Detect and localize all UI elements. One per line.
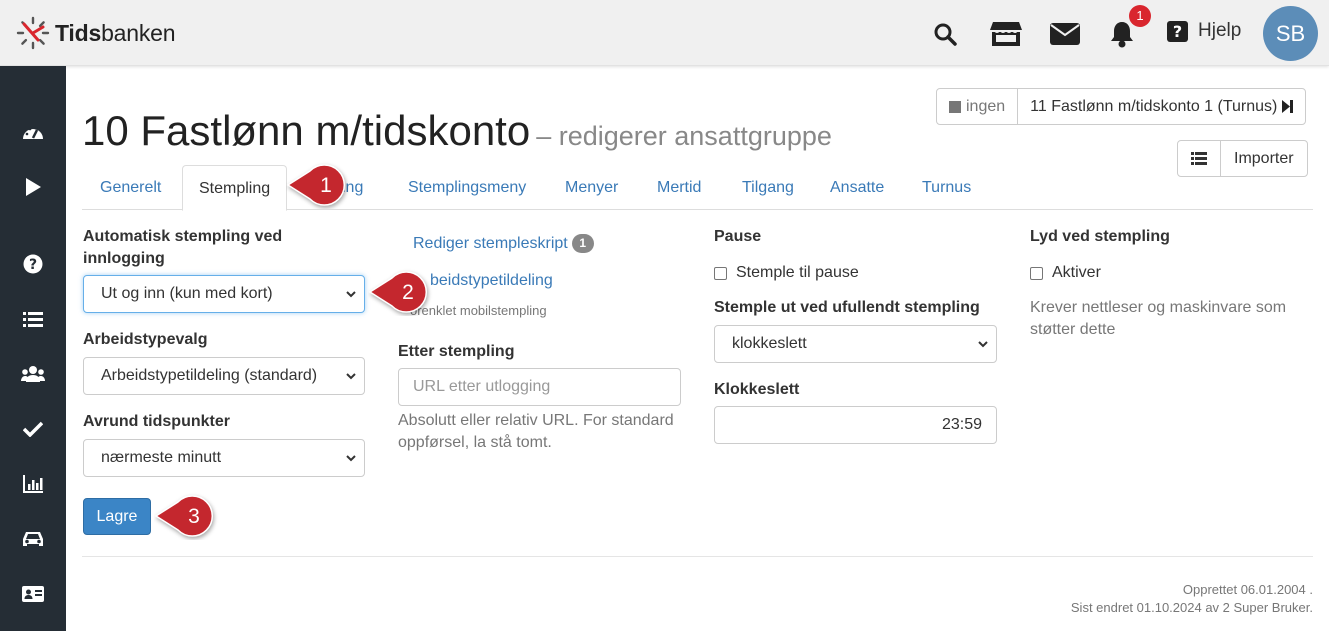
chart-icon[interactable] [21,472,45,496]
step-forward-icon [1282,100,1294,113]
group-navigator: ingen 11 Fastlønn m/tidskonto 1 (Turnus) [936,88,1307,125]
tab-turnus[interactable]: Turnus [922,165,971,210]
sound-checkbox[interactable]: Aktiver [1030,264,1101,282]
users-icon[interactable] [21,362,45,386]
tab-menyer[interactable]: Menyer [565,165,618,210]
tab-stempling[interactable]: Stempling [182,165,288,211]
sidebar: ? [0,66,66,631]
modified-text: Sist endret 01.10.2024 av 2 Super Bruker… [1070,600,1313,615]
worktype-select[interactable]: Arbeidstypetildeling (standard) [83,357,365,395]
tab-ansatte[interactable]: Ansatte [830,165,884,210]
question-icon: ? [1167,20,1188,42]
callout-1-number: 1 [320,174,332,197]
incomplete-stamp-label: Stemple ut ved ufullendt stempling [714,299,980,316]
sound-help: Krever nettleser og maskinvare som støtt… [1030,299,1287,338]
search-icon[interactable] [928,18,962,50]
help-label: Hjelp [1198,20,1242,41]
top-bar: Tidsbanken 1 ? Hjelp SB [0,0,1329,66]
svg-text:?: ? [1173,22,1182,41]
callout-3-number: 3 [188,505,200,528]
sound-label: Lyd ved stempling [1030,228,1170,245]
store-icon[interactable] [989,18,1023,50]
callout-2: 2 [368,271,428,313]
stop-icon [949,100,961,113]
script-count-badge: 1 [571,234,594,253]
play-icon[interactable] [21,175,45,199]
edit-script-link[interactable]: Rediger stempleskript 1 [413,234,594,253]
check-icon[interactable] [21,417,45,441]
none-label: ingen [966,97,1006,115]
sound-checkbox-label: Aktiver [1052,264,1101,281]
svg-text:?: ? [29,257,37,273]
page-title-text: 10 Fastlønn m/tidskonto [82,107,531,154]
worktype-value: Arbeidstypetildeling (standard) [101,367,318,384]
time-input[interactable]: 23:59 [714,406,997,444]
sound-checkbox-box[interactable] [1030,266,1043,280]
worktype-assign-link[interactable]: beidstypetildeling [430,272,553,290]
callout-1: 1 [286,164,346,206]
list-icon[interactable] [21,307,45,331]
help-button[interactable]: ? Hjelp [1167,20,1241,42]
pause-checkbox-box[interactable] [714,266,727,280]
after-stamp-placeholder: URL etter utlogging [413,378,551,395]
round-value: nærmeste minutt [101,449,222,466]
incomplete-stamp-value: klokkeslett [732,335,807,352]
chevron-down-icon [346,291,356,298]
after-stamp-url-input[interactable]: URL etter utlogging [398,368,681,406]
logo-text-part2: banken [101,19,176,46]
logo[interactable]: Tidsbanken [16,16,176,50]
tab-tilgang[interactable]: Tilgang [742,165,794,210]
created-text: Opprettet 06.01.2004 . [1182,582,1313,597]
dashboard-icon[interactable] [21,120,45,144]
id-card-icon[interactable] [21,582,45,606]
round-label: Avrund tidspunkter [83,413,230,430]
next-group-label: 11 Fastlønn m/tidskonto 1 (Turnus) [1030,97,1278,115]
notification-badge: 1 [1129,5,1151,27]
callout-2-number: 2 [402,281,414,304]
after-stamp-help: Absolutt eller relativ URL. For standard… [398,412,674,451]
round-select[interactable]: nærmeste minutt [83,439,365,477]
help-circle-icon[interactable]: ? [21,252,45,276]
logo-clock-icon [16,16,50,50]
prev-group-button[interactable]: ingen [937,89,1017,124]
auto-stamp-select[interactable]: Ut og inn (kun med kort) [83,275,365,313]
chevron-down-icon [346,455,356,462]
pause-checkbox[interactable]: Stemple til pause [714,264,859,282]
auto-stamp-value: Ut og inn (kun med kort) [101,285,273,302]
worktype-label: Arbeidstypevalg [83,331,208,348]
callout-3: 3 [154,495,214,537]
tab-mertid[interactable]: Mertid [657,165,701,210]
save-button[interactable]: Lagre [83,498,151,535]
logo-text-part1: Tids [55,19,102,46]
chevron-down-icon [346,373,356,380]
time-label: Klokkeslett [714,381,800,398]
after-stamp-label: Etter stempling [398,343,515,360]
incomplete-stamp-select[interactable]: klokkeslett [714,325,997,363]
car-icon[interactable] [21,527,45,551]
tab-bar: Generelt Stempling ing Stemplingsmeny Me… [82,165,1313,211]
next-group-button[interactable]: 11 Fastlønn m/tidskonto 1 (Turnus) [1017,89,1305,124]
pause-checkbox-label: Stemple til pause [736,264,859,281]
chevron-down-icon [978,341,988,348]
avatar[interactable]: SB [1263,6,1318,61]
page-subtitle: – redigerer ansattgruppe [536,121,832,151]
auto-stamp-label: Automatisk stempling ved innlogging [83,228,283,267]
page-title: 10 Fastlønn m/tidskonto – redigerer ansat… [82,107,832,155]
envelope-icon[interactable] [1048,18,1082,50]
footer-divider [82,556,1313,557]
tab-generelt[interactable]: Generelt [100,165,161,210]
list-icon [1191,152,1207,165]
tab-stemplingsmeny[interactable]: Stemplingsmeny [408,165,526,210]
pause-label: Pause [714,228,762,245]
edit-script-label: Rediger stempleskript [413,235,568,252]
